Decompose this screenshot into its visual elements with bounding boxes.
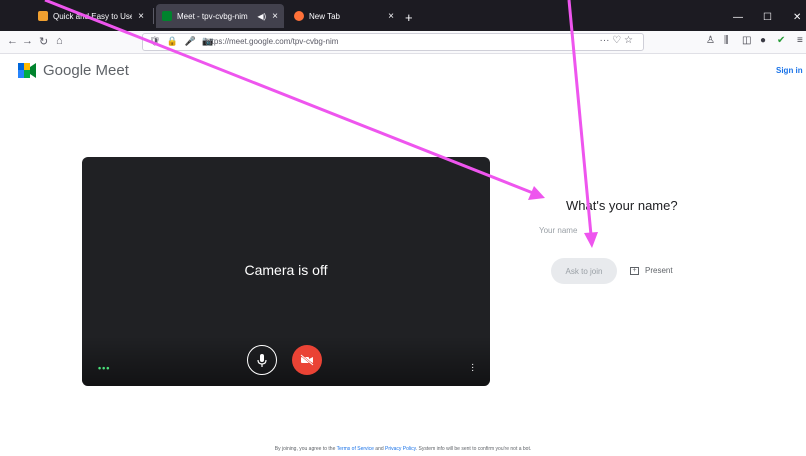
terms-notice: By joining, you agree to the Terms of Se…: [0, 446, 806, 452]
terms-of-service-link[interactable]: Terms of Service: [337, 446, 374, 452]
extension-icon[interactable]: ●: [760, 35, 766, 46]
home-icon[interactable]: ⌂: [56, 35, 63, 47]
close-icon[interactable]: ×: [138, 11, 144, 22]
meet-favicon-icon: [162, 11, 172, 21]
camera-off-label: Camera is off: [244, 262, 328, 278]
microphone-icon: [257, 353, 267, 367]
back-icon[interactable]: ←: [7, 35, 18, 47]
camera-preview: Camera is off ••• · · ·: [82, 157, 490, 386]
navigation-toolbar: ← → ↻ ⌂ 🛡 🔒 🎤 📷 https://meet.google.com/…: [0, 31, 806, 54]
close-icon[interactable]: ×: [272, 11, 278, 22]
kebab-menu-icon[interactable]: · · ·: [471, 360, 475, 376]
url-bar[interactable]: 🛡 🔒 🎤 📷 https://meet.google.com/tpv-cvbg…: [142, 33, 644, 51]
terms-notice-prefix: By joining, you agree to the: [274, 446, 337, 452]
present-icon: +: [630, 266, 639, 275]
camera-toggle-button[interactable]: [292, 345, 322, 375]
more-options-dots-icon[interactable]: •••: [98, 363, 110, 373]
tab-new-tab[interactable]: New Tab ×: [288, 4, 400, 28]
google-meet-logo[interactable]: Google Meet: [18, 62, 129, 79]
microphone-button[interactable]: [247, 345, 277, 375]
camera-off-icon: [300, 354, 314, 366]
tab-meet[interactable]: Meet - tpv-cvbg-nim ◀) ×: [156, 4, 284, 28]
tab-divider: [153, 8, 154, 24]
privacy-policy-link[interactable]: Privacy Policy: [385, 446, 416, 452]
url-text[interactable]: https://meet.google.com/tpv-cvbg-nim: [205, 37, 338, 46]
tab-title: New Tab: [309, 11, 340, 21]
ask-to-join-button[interactable]: Ask to join: [551, 258, 617, 284]
tab-title: Quick and Easy to Use Video: [53, 11, 133, 21]
brand-title: Google Meet: [43, 62, 129, 79]
reload-icon[interactable]: ↻: [39, 35, 48, 48]
close-icon[interactable]: ×: [388, 11, 394, 22]
annotation-arrowhead-icon: [528, 186, 545, 200]
terms-notice-and: and: [373, 446, 386, 452]
maximize-icon[interactable]: ☐: [763, 12, 772, 23]
firefox-icon: [294, 11, 304, 21]
present-label: Present: [645, 266, 673, 275]
library-icon[interactable]: ⫼: [724, 35, 729, 46]
tab-quick-and-easy[interactable]: Quick and Easy to Use Video ×: [32, 4, 150, 28]
sign-in-link[interactable]: Sign in: [776, 66, 803, 75]
checkmark-extension-icon[interactable]: ✔: [777, 35, 785, 46]
minimize-icon[interactable]: —: [733, 12, 743, 23]
name-prompt-heading: What's your name?: [566, 198, 678, 213]
browser-tab-bar: Quick and Easy to Use Video × Meet - tpv…: [0, 0, 806, 31]
audio-icon[interactable]: ◀): [257, 12, 266, 21]
forward-icon[interactable]: →: [22, 35, 33, 47]
present-button[interactable]: + Present: [630, 266, 673, 275]
tab-title: Meet - tpv-cvbg-nim: [177, 11, 248, 21]
meet-logo-icon: [18, 63, 36, 78]
new-tab-icon[interactable]: +: [405, 10, 413, 25]
menu-icon[interactable]: ≡: [797, 35, 803, 46]
close-window-icon[interactable]: ✕: [793, 12, 801, 23]
site-favicon-icon: [38, 11, 48, 21]
sidebar-icon[interactable]: ◫: [742, 35, 751, 46]
terms-notice-suffix: . System info will be sent to confirm yo…: [415, 446, 532, 452]
page-actions-icon[interactable]: ··· ♡ ☆: [600, 35, 633, 46]
account-icon[interactable]: ♙: [706, 35, 715, 46]
name-input[interactable]: [539, 222, 709, 238]
preview-gradient: [82, 336, 490, 386]
